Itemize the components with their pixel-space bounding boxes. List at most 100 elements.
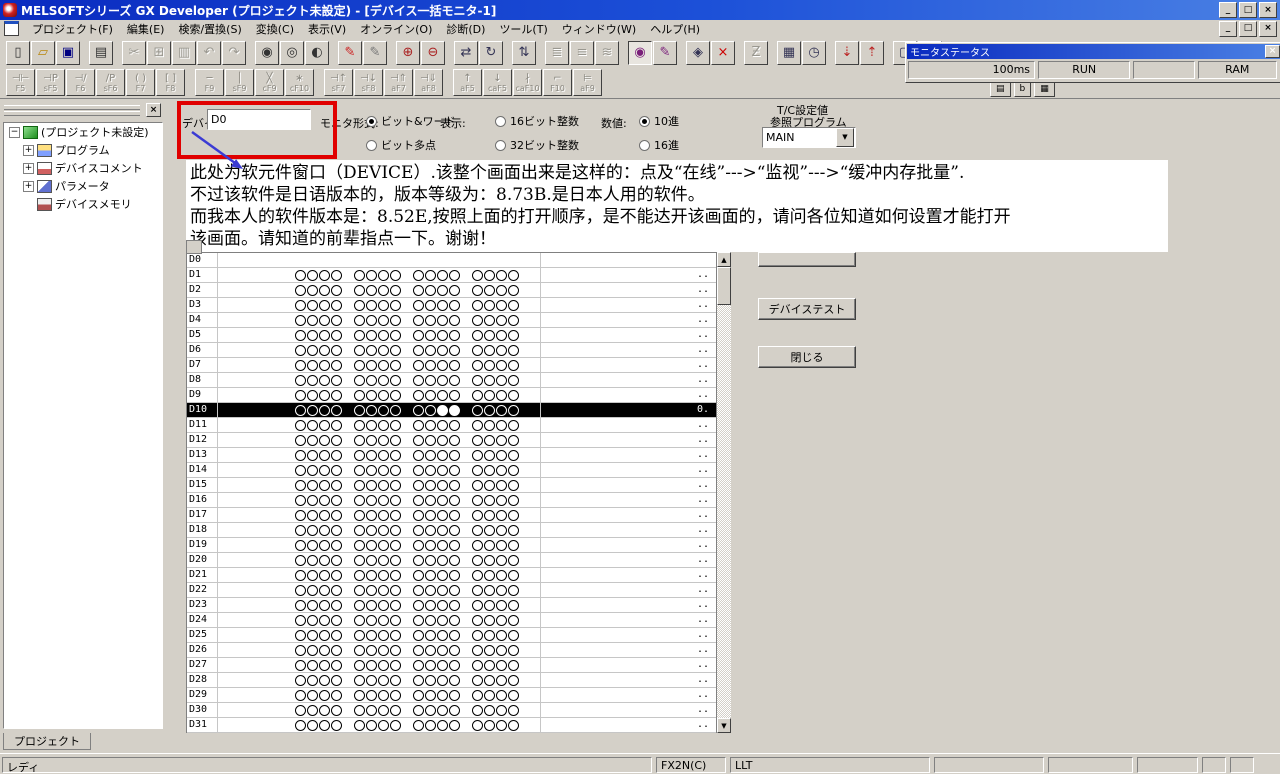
bit-circle-icon[interactable] xyxy=(472,690,483,701)
bit-circle-icon[interactable] xyxy=(472,330,483,341)
bit-circle-icon[interactable] xyxy=(366,585,377,596)
bit-circle-icon[interactable] xyxy=(484,675,495,686)
bit-circle-icon[interactable] xyxy=(319,330,330,341)
monitor-stop-button[interactable]: × xyxy=(711,41,735,65)
bit-circle-icon[interactable] xyxy=(366,285,377,296)
bit-circle-icon[interactable] xyxy=(378,405,389,416)
bit-circle-icon[interactable] xyxy=(449,555,460,566)
bit-circle-icon[interactable] xyxy=(354,330,365,341)
bit-circle-icon[interactable] xyxy=(425,600,436,611)
bit-circle-icon[interactable] xyxy=(295,480,306,491)
tree-item-memory[interactable]: デバイスメモリ xyxy=(4,195,162,213)
bit-circle-icon[interactable] xyxy=(437,390,448,401)
bit-circle-icon[interactable] xyxy=(496,360,507,371)
bit-circle-icon[interactable] xyxy=(437,495,448,506)
bit-circle-icon[interactable] xyxy=(437,615,448,626)
menu-tools[interactable]: ツール(T) xyxy=(492,20,554,38)
bit-circle-icon[interactable] xyxy=(366,300,377,311)
bit-circle-icon[interactable] xyxy=(508,285,519,296)
bit-circle-icon[interactable] xyxy=(295,435,306,446)
bit-circle-icon[interactable] xyxy=(437,315,448,326)
bit-circle-icon[interactable] xyxy=(295,660,306,671)
bit-circle-icon[interactable] xyxy=(378,585,389,596)
bit-circle-icon[interactable] xyxy=(366,480,377,491)
bit-circle-icon[interactable] xyxy=(425,405,436,416)
bit-circle-icon[interactable] xyxy=(366,645,377,656)
bit-circle-icon[interactable] xyxy=(413,525,424,536)
bit-circle-icon[interactable] xyxy=(425,345,436,356)
bit-circle-icon[interactable] xyxy=(449,495,460,506)
bit-circle-icon[interactable] xyxy=(508,495,519,506)
bit-circle-icon[interactable] xyxy=(437,375,448,386)
bit-circle-icon[interactable] xyxy=(508,585,519,596)
bit-circle-icon[interactable] xyxy=(366,615,377,626)
child-minimize-button[interactable]: _ xyxy=(1219,21,1237,37)
bit-circle-icon[interactable] xyxy=(508,675,519,686)
bit-circle-icon[interactable] xyxy=(366,525,377,536)
bit-circle-icon[interactable] xyxy=(449,465,460,476)
bit-circle-icon[interactable] xyxy=(319,705,330,716)
bit-circle-icon[interactable] xyxy=(354,270,365,281)
bit-circle-icon[interactable] xyxy=(331,495,342,506)
screen-switch-button[interactable]: ⇄ xyxy=(454,41,478,65)
bit-circle-icon[interactable] xyxy=(437,300,448,311)
project-tab[interactable]: プロジェクト xyxy=(3,733,91,750)
bit-circle-icon[interactable] xyxy=(437,510,448,521)
bit-circle-icon[interactable] xyxy=(354,435,365,446)
bit-circle-icon[interactable] xyxy=(331,330,342,341)
bit-circle-icon[interactable] xyxy=(319,585,330,596)
bit-circle-icon[interactable] xyxy=(508,660,519,671)
bit-circle-icon[interactable] xyxy=(378,675,389,686)
bit-circle-icon[interactable] xyxy=(331,390,342,401)
bit-circle-icon[interactable] xyxy=(437,330,448,341)
bit-circle-icon[interactable] xyxy=(378,345,389,356)
bit-circle-icon[interactable] xyxy=(413,420,424,431)
bit-circle-icon[interactable] xyxy=(390,585,401,596)
radio-icon[interactable] xyxy=(495,140,506,151)
bit-circle-icon[interactable] xyxy=(354,390,365,401)
bit-circle-icon[interactable] xyxy=(378,450,389,461)
bit-circle-icon[interactable] xyxy=(390,420,401,431)
bit-circle-icon[interactable] xyxy=(378,315,389,326)
bit-circle-icon[interactable] xyxy=(366,495,377,506)
bit-circle-icon[interactable] xyxy=(378,570,389,581)
chevron-down-icon[interactable]: ▼ xyxy=(836,128,854,147)
bit-circle-icon[interactable] xyxy=(378,705,389,716)
bit-circle-icon[interactable] xyxy=(472,705,483,716)
bit-circle-icon[interactable] xyxy=(437,360,448,371)
bit-circle-icon[interactable] xyxy=(390,495,401,506)
table-row-D11[interactable]: D11.. xyxy=(187,418,716,433)
open-project-button[interactable]: ▱ xyxy=(31,41,55,65)
bit-circle-icon[interactable] xyxy=(295,285,306,296)
bit-circle-icon[interactable] xyxy=(425,645,436,656)
bit-circle-icon[interactable] xyxy=(378,480,389,491)
bit-circle-icon[interactable] xyxy=(425,285,436,296)
bit-circle-icon[interactable] xyxy=(449,690,460,701)
bit-circle-icon[interactable] xyxy=(295,330,306,341)
bit-circle-icon[interactable] xyxy=(354,570,365,581)
bit-circle-icon[interactable] xyxy=(378,495,389,506)
bit-circle-icon[interactable] xyxy=(484,540,495,551)
bit-circle-icon[interactable] xyxy=(437,675,448,686)
tree-item-parameter[interactable]: +パラメータ xyxy=(4,177,162,195)
bit-circle-icon[interactable] xyxy=(331,345,342,356)
bit-circle-icon[interactable] xyxy=(508,645,519,656)
bit-circle-icon[interactable] xyxy=(449,300,460,311)
bit-circle-icon[interactable] xyxy=(295,465,306,476)
bit-circle-icon[interactable] xyxy=(295,630,306,641)
bit-circle-icon[interactable] xyxy=(366,720,377,731)
zoom-out-button[interactable]: ⊖ xyxy=(421,41,445,65)
bit-circle-icon[interactable] xyxy=(331,705,342,716)
menu-edit[interactable]: 編集(E) xyxy=(120,20,172,38)
bit-circle-icon[interactable] xyxy=(295,645,306,656)
bit-circle-icon[interactable] xyxy=(425,450,436,461)
bit-circle-icon[interactable] xyxy=(449,600,460,611)
bit-circle-icon[interactable] xyxy=(437,270,448,281)
bit-circle-icon[interactable] xyxy=(437,585,448,596)
bit-circle-icon[interactable] xyxy=(295,585,306,596)
bit-circle-icon[interactable] xyxy=(366,510,377,521)
bit-circle-icon[interactable] xyxy=(449,525,460,536)
step-run-up-button[interactable]: ⇡ xyxy=(860,41,884,65)
bit-circle-icon[interactable] xyxy=(319,495,330,506)
bit-circle-icon[interactable] xyxy=(508,510,519,521)
